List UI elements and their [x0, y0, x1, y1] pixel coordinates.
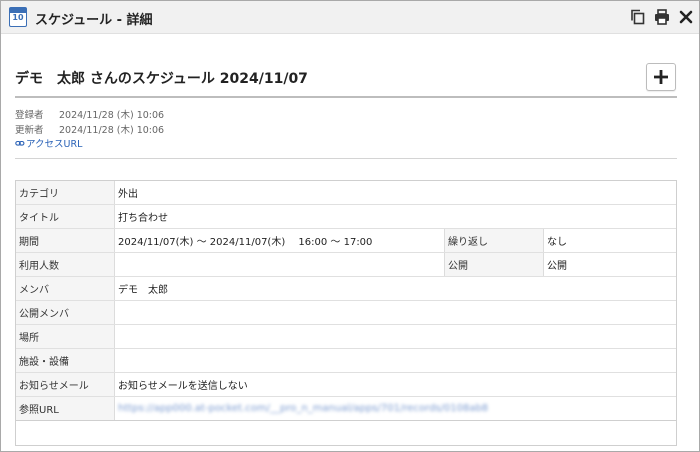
updated-by-label: 更新者 — [15, 125, 44, 136]
updated-by-value: 2024/11/28 (木) 10:06 — [59, 125, 165, 136]
plus-icon — [654, 70, 668, 84]
place-value — [115, 325, 676, 348]
place-label: 場所 — [16, 325, 115, 348]
category-label: カテゴリ — [16, 181, 115, 204]
calendar-app-icon: 10 — [9, 7, 27, 27]
add-button[interactable] — [646, 63, 676, 91]
title-bar: 10 スケジュール - 詳細 — [1, 1, 699, 34]
table-empty-row — [16, 421, 676, 446]
heading-divider — [15, 96, 677, 98]
public-value: 公開 — [547, 261, 567, 272]
notify-mail-label: お知らせメール — [16, 373, 115, 396]
reference-url-label: 参照URL — [16, 397, 115, 420]
copy-icon[interactable] — [629, 8, 647, 26]
link-icon — [15, 140, 25, 146]
table-row: 期間 2024/11/07(木) 〜 2024/11/07(木) 16:00 〜… — [16, 229, 676, 253]
close-icon[interactable] — [677, 8, 695, 26]
title-value: 打ち合わせ — [118, 213, 168, 224]
access-url-label: アクセスURL — [26, 139, 83, 150]
reference-url-cell: https://app000.at-pocket.com/__pro_n_man… — [115, 397, 676, 420]
table-row: 施設・設備 — [16, 349, 676, 373]
table-row: 参照URL https://app000.at-pocket.com/__pro… — [16, 397, 676, 421]
meta-divider — [15, 158, 677, 159]
public-members-label: 公開メンバ — [16, 301, 115, 324]
period-label: 期間 — [16, 229, 115, 252]
facility-label: 施設・設備 — [16, 349, 115, 372]
repeat-label: 繰り返し — [445, 229, 544, 252]
public-members-value — [115, 301, 676, 324]
users-label: 利用人数 — [16, 253, 115, 276]
users-value — [115, 253, 445, 276]
table-row: 公開メンバ — [16, 301, 676, 325]
table-row: タイトル 打ち合わせ — [16, 205, 676, 229]
schedule-detail-window: 10 スケジュール - 詳細 デモ 太郎 さんのスケジュール 2024/11/0… — [0, 0, 700, 452]
updated-by-row: 更新者 2024/11/28 (木) 10:06 — [15, 122, 164, 136]
notify-mail-value: お知らせメールを送信しない — [118, 381, 248, 392]
repeat-value: なし — [547, 237, 567, 248]
table-row: 利用人数 公開 公開 — [16, 253, 676, 277]
registered-by-label: 登録者 — [15, 110, 44, 121]
schedule-heading: デモ 太郎 さんのスケジュール 2024/11/07 — [15, 71, 308, 87]
schedule-detail-table: カテゴリ 外出 タイトル 打ち合わせ 期間 2024/11/07(木) 〜 20… — [15, 180, 677, 446]
members-value: デモ 太郎 — [118, 285, 168, 296]
table-row: メンバ デモ 太郎 — [16, 277, 676, 301]
public-label: 公開 — [445, 253, 544, 276]
window-title: スケジュール - 詳細 — [35, 13, 153, 28]
table-row: 場所 — [16, 325, 676, 349]
title-label: タイトル — [16, 205, 115, 228]
registered-by-value: 2024/11/28 (木) 10:06 — [59, 110, 165, 121]
registered-by-row: 登録者 2024/11/28 (木) 10:06 — [15, 107, 164, 121]
table-row: カテゴリ 外出 — [16, 181, 676, 205]
print-icon[interactable] — [653, 8, 671, 26]
facility-value — [115, 349, 676, 372]
access-url-link[interactable]: アクセスURL — [15, 136, 82, 150]
members-label: メンバ — [16, 277, 115, 300]
period-value: 2024/11/07(木) 〜 2024/11/07(木) 16:00 〜 17… — [115, 229, 445, 252]
table-row: お知らせメール お知らせメールを送信しない — [16, 373, 676, 397]
category-value: 外出 — [118, 189, 138, 200]
reference-url-link[interactable]: https://app000.at-pocket.com/__pro_n_man… — [118, 403, 488, 414]
